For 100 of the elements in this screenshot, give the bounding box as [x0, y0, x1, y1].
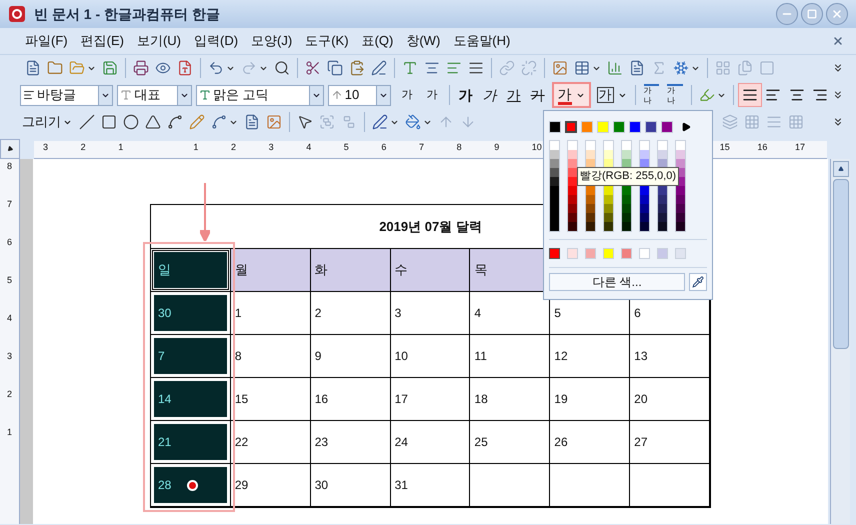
- ruler-number: 15: [720, 141, 730, 154]
- ruler-number: 1: [118, 141, 124, 154]
- find-icon[interactable]: [274, 60, 290, 76]
- eyedropper-button[interactable]: [689, 273, 707, 291]
- save-icon[interactable]: [102, 60, 118, 76]
- edit-icon[interactable]: [371, 60, 387, 76]
- table-cell: 22: [230, 421, 311, 464]
- ellipse-icon[interactable]: [123, 114, 139, 130]
- toolbar-overflow-icon[interactable]: [832, 116, 844, 128]
- style-combo[interactable]: 바탕글: [20, 84, 114, 106]
- menu-item[interactable]: 창(W): [406, 31, 440, 51]
- list-icon[interactable]: [468, 60, 484, 76]
- table-cell: 24: [390, 421, 470, 464]
- table-icon[interactable]: [574, 60, 590, 76]
- menu-item[interactable]: 모양(J): [251, 31, 292, 51]
- folder-icon[interactable]: [47, 60, 63, 76]
- corner-arrow-icon: [6, 144, 14, 154]
- ruler-number: 9: [494, 141, 500, 154]
- narrow-spacing-button[interactable]: 가나: [644, 84, 660, 106]
- maximize-button[interactable]: [801, 3, 823, 25]
- copy-icon[interactable]: [327, 60, 343, 76]
- line-color-icon[interactable]: [372, 114, 388, 130]
- print-icon[interactable]: [133, 60, 149, 76]
- style-icon[interactable]: [446, 60, 462, 76]
- table-cell: 18: [470, 378, 550, 421]
- cut-icon[interactable]: [305, 60, 321, 76]
- paste-icon[interactable]: [349, 60, 365, 76]
- caption-icon[interactable]: [629, 60, 645, 76]
- menu-item[interactable]: 표(Q): [362, 31, 394, 51]
- recent-color-swatch[interactable]: [549, 248, 560, 259]
- text-box-icon[interactable]: [244, 114, 260, 130]
- close-document-icon[interactable]: [832, 35, 844, 47]
- cell-icon[interactable]: [715, 60, 731, 76]
- text-style-icon[interactable]: [402, 60, 418, 76]
- pencil-icon[interactable]: [189, 114, 205, 130]
- alignment-icon: [812, 87, 828, 103]
- ruler-corner-button[interactable]: [0, 139, 20, 159]
- table-cell: 15: [230, 378, 311, 421]
- grow-font-button[interactable]: 가: [400, 86, 415, 104]
- paragraph-icon[interactable]: [424, 60, 440, 76]
- table-cell: 29: [230, 464, 311, 507]
- select-object-icon[interactable]: [297, 114, 313, 130]
- menu-item[interactable]: 입력(D): [194, 31, 238, 51]
- alignment-icon: [788, 87, 805, 103]
- ruler-number: 6: [381, 141, 386, 154]
- preview-icon[interactable]: [155, 60, 171, 76]
- more-colors-arrow-icon[interactable]: [681, 121, 691, 133]
- ruler-number: 7: [6, 199, 12, 210]
- language-icon: [120, 89, 132, 101]
- pdf-icon[interactable]: [177, 60, 193, 76]
- strike-button[interactable]: 가: [530, 84, 546, 106]
- bold-button[interactable]: 가: [458, 84, 474, 106]
- menu-item[interactable]: 도구(K): [305, 31, 349, 51]
- curve-icon[interactable]: [167, 114, 183, 130]
- scroll-thumb[interactable]: [832, 179, 848, 349]
- table-cell: 14: [153, 380, 228, 418]
- polygon-icon[interactable]: [145, 114, 161, 130]
- ruler-number: 1: [193, 141, 198, 154]
- language-combo[interactable]: 대표: [117, 84, 192, 106]
- font-color-button[interactable]: 가: [552, 82, 591, 108]
- table-cell: 8: [230, 335, 311, 378]
- ruler-number: 3: [43, 141, 48, 154]
- picture-icon[interactable]: [266, 114, 282, 130]
- draw-menu[interactable]: 그리기: [22, 112, 61, 132]
- more-colors-button[interactable]: 다른 색...: [549, 273, 685, 291]
- close-button[interactable]: [826, 3, 848, 25]
- image-icon[interactable]: [552, 60, 568, 76]
- line-icon[interactable]: [79, 114, 95, 130]
- font-size-combo[interactable]: 10: [328, 84, 391, 106]
- menu-item[interactable]: 도움말(H): [453, 31, 510, 51]
- table-cell: 28: [153, 466, 228, 504]
- new-document-icon[interactable]: [25, 60, 41, 76]
- symbol-icon[interactable]: [673, 60, 689, 76]
- connector-icon[interactable]: [211, 114, 227, 130]
- chart-icon[interactable]: [607, 60, 623, 76]
- ruler-number: 1: [6, 427, 12, 438]
- alignment-button[interactable]: [738, 83, 762, 107]
- menu-item[interactable]: 편집(E): [80, 31, 124, 51]
- maximize-icon: [807, 9, 817, 19]
- underline-button[interactable]: 가: [506, 84, 522, 106]
- table-cell: 23: [310, 421, 391, 464]
- undo-icon[interactable]: [208, 60, 224, 76]
- rectangle-icon[interactable]: [101, 114, 117, 130]
- table-cell: 10: [390, 335, 470, 378]
- close-icon: [831, 8, 843, 20]
- ruler-number: 5: [6, 275, 12, 286]
- menu-item[interactable]: 파일(F): [25, 31, 68, 51]
- scroll-up-button[interactable]: [832, 161, 848, 177]
- toolbar-overflow-icon[interactable]: [832, 62, 844, 74]
- color-swatch[interactable]: [565, 121, 577, 133]
- fill-color-icon[interactable]: [405, 114, 421, 130]
- menu-item[interactable]: 보기(U): [136, 31, 181, 51]
- paragraph-style-icon: [23, 89, 35, 101]
- font-combo[interactable]: 맑은 고딕: [196, 84, 324, 106]
- wide-spacing-button[interactable]: 가나: [667, 84, 683, 106]
- italic-button[interactable]: 가: [482, 84, 498, 106]
- character-border-button[interactable]: 가: [596, 87, 614, 103]
- table-cell: 12: [550, 335, 630, 378]
- shrink-font-button[interactable]: 가: [424, 86, 440, 104]
- table-cell: 16: [310, 378, 391, 421]
